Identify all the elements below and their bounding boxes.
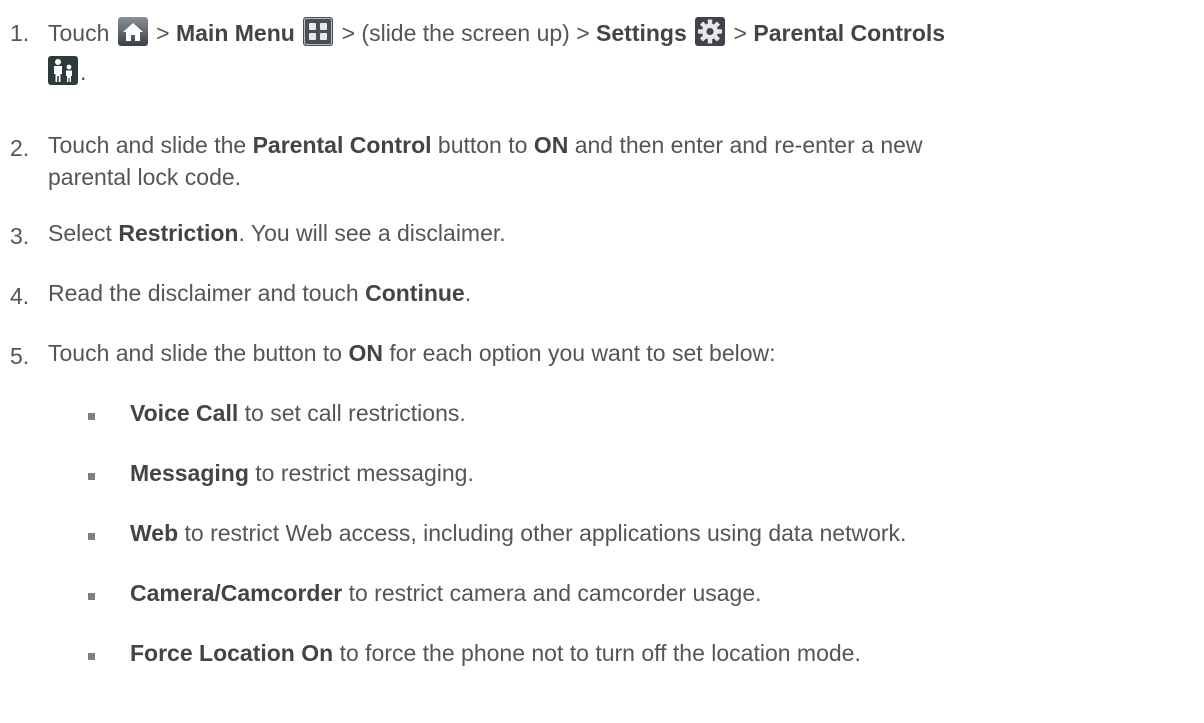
step-text: Read the disclaimer and touch Continue. <box>48 280 472 306</box>
step-text: Touch > Main Menu > (slide the screen up… <box>48 17 945 50</box>
step-number: 5. <box>10 343 30 369</box>
home-icon <box>117 17 148 46</box>
parental-controls-icon <box>48 56 78 85</box>
parental-controls-label: Parental Controls <box>753 20 946 46</box>
main-menu-icon <box>303 17 334 46</box>
bullet-icon <box>88 593 95 600</box>
settings-label: Settings <box>596 20 687 46</box>
bullet-icon <box>88 413 95 420</box>
step-text: Touch and slide the Parental Control but… <box>48 132 923 158</box>
step-number: 2. <box>10 135 30 161</box>
step-text: Touch and slide the button to ON for eac… <box>48 340 776 366</box>
settings-gear-icon <box>695 17 726 46</box>
step-number: 3. <box>10 223 30 249</box>
step-text: Select Restriction. You will see a discl… <box>48 220 506 246</box>
main-menu-label: Main Menu <box>175 20 295 46</box>
bullet-icon <box>88 473 95 480</box>
bullet-icon <box>88 653 95 660</box>
step-number: 4. <box>10 283 30 309</box>
step-text-line2: parental lock code. <box>48 164 242 190</box>
instructions-page: 1. Touch > Main Menu > (slide the screen… <box>0 0 1204 723</box>
bullet-icon <box>88 533 95 540</box>
step-text-line2: . <box>48 56 86 89</box>
step-number: 1. <box>10 20 30 46</box>
